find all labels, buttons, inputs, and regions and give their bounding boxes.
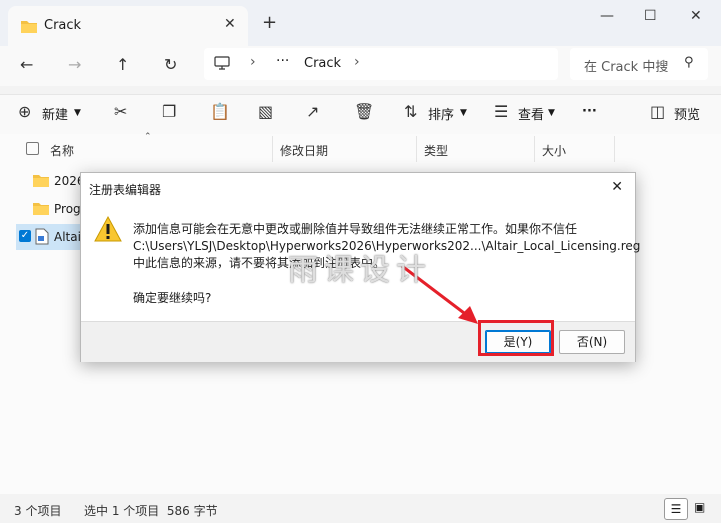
chevron-down-icon[interactable]: ▼	[548, 108, 555, 118]
search-box[interactable]: 在 Crack 中搜 ⚲	[570, 48, 708, 80]
refresh-icon[interactable]: ↻	[164, 55, 177, 74]
dialog-close-icon[interactable]: ✕	[611, 179, 623, 195]
sort-icon[interactable]: ⇅	[404, 102, 417, 121]
select-all-checkbox[interactable]	[26, 142, 39, 155]
item-name: Prog	[54, 202, 81, 216]
new-tab-button[interactable]: +	[262, 12, 277, 33]
plus-circle-icon[interactable]: ⊕	[18, 102, 31, 121]
message-line: 添加信息可能会在无意中更改或删除值并导致组件无法继续正常工作。如果你不信任	[133, 222, 578, 236]
warning-icon	[93, 215, 123, 246]
delete-icon[interactable]: 🗑	[354, 102, 374, 121]
column-divider	[534, 136, 535, 162]
close-tab-icon[interactable]: ✕	[224, 16, 236, 32]
breadcrumb-overflow[interactable]: ···	[276, 53, 289, 69]
item-count: 3 个项目	[14, 504, 62, 518]
chevron-right-icon[interactable]: ›	[354, 54, 360, 70]
chevron-down-icon[interactable]: ▼	[74, 108, 81, 118]
list-item-selected[interactable]: ✓ Altai	[16, 224, 86, 250]
maximize-button[interactable]: ☐	[644, 8, 657, 24]
cut-icon[interactable]: ✂	[114, 102, 127, 121]
item-name: Altai	[54, 230, 81, 244]
tab-title: Crack	[44, 18, 82, 33]
address-bar[interactable]: › ··· Crack ›	[204, 48, 558, 80]
share-icon[interactable]: ↗	[306, 102, 319, 121]
new-button[interactable]: 新建	[42, 104, 68, 123]
checkbox-checked-icon[interactable]: ✓	[19, 230, 31, 242]
back-arrow-icon[interactable]: ←	[20, 55, 33, 74]
view-button[interactable]: 查看	[518, 104, 544, 123]
no-button[interactable]: 否(N)	[559, 330, 625, 354]
preview-icon[interactable]: ◫	[650, 102, 665, 121]
forward-arrow-icon[interactable]: →	[68, 55, 81, 74]
folder-icon	[32, 173, 50, 191]
confirm-question: 确定要继续吗?	[133, 291, 212, 305]
computer-icon	[214, 56, 230, 74]
chevron-right-icon[interactable]: ›	[250, 54, 256, 70]
rename-icon[interactable]: ▧	[258, 102, 273, 121]
dialog-title: 注册表编辑器	[89, 183, 162, 197]
copy-icon[interactable]: ❐	[162, 102, 176, 121]
close-window-button[interactable]: ✕	[690, 8, 702, 24]
column-divider	[614, 136, 615, 162]
search-icon[interactable]: ⚲	[684, 55, 694, 70]
column-date[interactable]: 修改日期	[280, 142, 328, 159]
details-view-icon[interactable]: ☰	[664, 498, 688, 520]
column-divider	[272, 136, 273, 162]
folder-icon	[32, 201, 50, 219]
breadcrumb-crack[interactable]: Crack	[304, 56, 341, 71]
up-arrow-icon[interactable]: ↑	[116, 55, 129, 74]
selection-info: 选中 1 个项目 586 字节	[84, 504, 218, 518]
folder-icon	[20, 19, 38, 37]
sort-up-icon: ⌃	[144, 132, 152, 142]
tiles-view-icon[interactable]: ▣	[694, 500, 705, 514]
sort-button[interactable]: 排序	[428, 104, 454, 123]
paste-icon[interactable]: 📋	[210, 102, 230, 121]
view-icon[interactable]: ☰	[494, 102, 508, 121]
minimize-button[interactable]: —	[600, 8, 614, 24]
tab-crack[interactable]: Crack ✕	[8, 6, 248, 46]
column-size[interactable]: 大小	[542, 142, 566, 159]
column-name[interactable]: 名称	[50, 142, 74, 159]
watermark: 雨课设计	[288, 253, 432, 288]
reg-file-icon	[35, 228, 49, 248]
column-divider	[416, 136, 417, 162]
list-item[interactable]: Prog	[16, 196, 86, 222]
more-options-button[interactable]: ···	[582, 104, 597, 119]
list-item[interactable]: 2026	[16, 168, 86, 194]
preview-button[interactable]: 预览	[674, 104, 700, 123]
highlight-box	[478, 320, 554, 356]
search-placeholder: 在 Crack 中搜	[584, 60, 669, 75]
chevron-down-icon[interactable]: ▼	[460, 108, 467, 118]
column-type[interactable]: 类型	[424, 142, 448, 159]
